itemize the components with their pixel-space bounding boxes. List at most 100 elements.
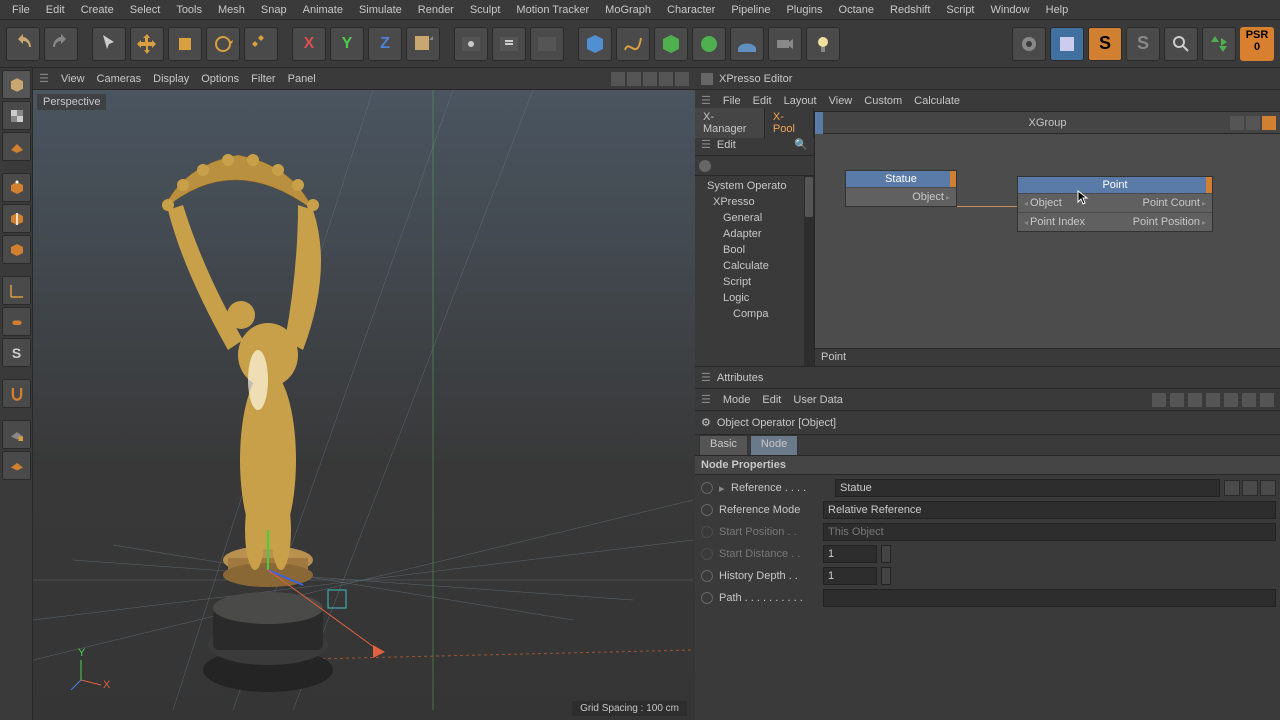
node-statue[interactable]: Statue Object [845, 170, 957, 207]
tab-node[interactable]: Node [750, 435, 798, 455]
psr-indicator[interactable]: PSR0 [1240, 27, 1274, 61]
xg-icon[interactable] [1230, 116, 1244, 130]
render-picture-button[interactable] [530, 27, 564, 61]
tree-item[interactable]: Logic [695, 290, 814, 306]
camera-button[interactable] [768, 27, 802, 61]
menu-animate[interactable]: Animate [295, 2, 351, 18]
snap-icon[interactable] [2, 379, 31, 408]
vp-menu-options[interactable]: Options [201, 73, 239, 85]
light-button[interactable] [806, 27, 840, 61]
axis-y-button[interactable]: Y [330, 27, 364, 61]
menu-pipeline[interactable]: Pipeline [723, 2, 778, 18]
vp-nav-icon[interactable] [659, 72, 673, 86]
node-point[interactable]: Point ObjectPoint Count Point IndexPoint… [1017, 176, 1213, 232]
redshift-button[interactable]: S [1126, 27, 1160, 61]
menu-file[interactable]: File [4, 2, 38, 18]
menu-simulate[interactable]: Simulate [351, 2, 410, 18]
history-field[interactable]: 1 [823, 567, 877, 585]
menu-window[interactable]: Window [983, 2, 1038, 18]
attr-new-icon[interactable] [1242, 393, 1256, 407]
eyedropper-icon[interactable] [1242, 480, 1258, 496]
vp-menu-view[interactable]: View [61, 73, 85, 85]
reference-field[interactable]: Statue [835, 479, 1220, 497]
refmode-dropdown[interactable]: Relative Reference [823, 501, 1276, 519]
point-mode-icon[interactable] [2, 173, 31, 202]
menu-motion-tracker[interactable]: Motion Tracker [508, 2, 597, 18]
environment-button[interactable] [730, 27, 764, 61]
preferences-button[interactable] [1012, 27, 1046, 61]
tree-item[interactable]: System Operato [695, 178, 814, 194]
move-tool[interactable] [130, 27, 164, 61]
texture-mode-icon[interactable] [2, 101, 31, 130]
anim-radio[interactable] [701, 482, 713, 494]
xp-menu-calculate[interactable]: Calculate [914, 95, 960, 107]
clear-search-icon[interactable] [699, 160, 711, 172]
attr-menu-edit[interactable]: Edit [762, 394, 781, 406]
tree-item[interactable]: XPresso [695, 194, 814, 210]
undo-button[interactable] [6, 27, 40, 61]
tree-scrollbar[interactable] [804, 176, 814, 366]
menu-mograph[interactable]: MoGraph [597, 2, 659, 18]
tree-item[interactable]: Script [695, 274, 814, 290]
tree-item[interactable]: Compa [695, 306, 814, 322]
anim-radio[interactable] [701, 504, 713, 516]
menu-plugins[interactable]: Plugins [778, 2, 830, 18]
polygon-mode-icon[interactable] [2, 235, 31, 264]
menu-tools[interactable]: Tools [168, 2, 210, 18]
xgroup-canvas[interactable]: Statue Object Point ObjectPoint Count Po… [815, 134, 1280, 348]
attr-nav-fwd-icon[interactable] [1170, 393, 1184, 407]
xg-icon[interactable] [1246, 116, 1260, 130]
xp-menu-custom[interactable]: Custom [864, 95, 902, 107]
xg-icon[interactable] [1262, 116, 1276, 130]
menu-create[interactable]: Create [73, 2, 122, 18]
port-object-in[interactable]: Object [1024, 197, 1062, 209]
xp-menu-edit[interactable]: Edit [753, 95, 772, 107]
coord-system-button[interactable] [406, 27, 440, 61]
attr-search-icon[interactable] [1206, 393, 1220, 407]
tree-item[interactable]: Bool [695, 242, 814, 258]
menu-render[interactable]: Render [410, 2, 462, 18]
pick-icon[interactable] [1224, 480, 1240, 496]
menu-redshift[interactable]: Redshift [882, 2, 938, 18]
vp-menu-display[interactable]: Display [153, 73, 189, 85]
menu-sculpt[interactable]: Sculpt [462, 2, 509, 18]
search-icon[interactable]: 🔍 [794, 138, 808, 151]
vp-nav-icon[interactable] [627, 72, 641, 86]
model-mode-icon[interactable] [2, 70, 31, 99]
vp-menu-cameras[interactable]: Cameras [97, 73, 142, 85]
xpool-tree[interactable]: System Operato XPresso General Adapter B… [695, 176, 814, 366]
vp-menu-panel[interactable]: Panel [288, 73, 316, 85]
menu-octane[interactable]: Octane [831, 2, 882, 18]
scale-tool[interactable] [168, 27, 202, 61]
xp-menu-view[interactable]: View [829, 95, 853, 107]
workplane-mode-icon[interactable] [2, 132, 31, 161]
port-pointindex-in[interactable]: Point Index [1024, 216, 1085, 228]
attr-menu-userdata[interactable]: User Data [793, 394, 843, 406]
rotate-tool[interactable] [206, 27, 240, 61]
vp-nav-icon[interactable] [675, 72, 689, 86]
viewport-3d[interactable]: Perspective [33, 90, 695, 720]
tree-item[interactable]: Calculate [695, 258, 814, 274]
close-icon[interactable] [701, 73, 713, 85]
vp-nav-icon[interactable] [611, 72, 625, 86]
render-view-button[interactable] [454, 27, 488, 61]
s-mode-icon[interactable]: S [2, 338, 31, 367]
xgroup-titlebar[interactable]: XGroup [815, 112, 1280, 134]
menu-help[interactable]: Help [1038, 2, 1077, 18]
menu-edit[interactable]: Edit [38, 2, 73, 18]
axis-mode-icon[interactable] [2, 276, 31, 305]
psr-tool[interactable] [244, 27, 278, 61]
tab-basic[interactable]: Basic [699, 435, 748, 455]
vp-menu-filter[interactable]: Filter [251, 73, 275, 85]
vp-nav-icon[interactable] [643, 72, 657, 86]
path-field[interactable] [823, 589, 1276, 607]
spline-button[interactable] [616, 27, 650, 61]
goto-icon[interactable] [1260, 480, 1276, 496]
xpool-edit-menu[interactable]: Edit [717, 139, 736, 151]
menu-script[interactable]: Script [938, 2, 982, 18]
port-pointcount-out[interactable]: Point Count [1143, 197, 1207, 209]
spinner[interactable] [881, 567, 891, 585]
menu-snap[interactable]: Snap [253, 2, 295, 18]
locked-workplane-icon[interactable] [2, 420, 31, 449]
attr-menu-mode[interactable]: Mode [723, 394, 751, 406]
